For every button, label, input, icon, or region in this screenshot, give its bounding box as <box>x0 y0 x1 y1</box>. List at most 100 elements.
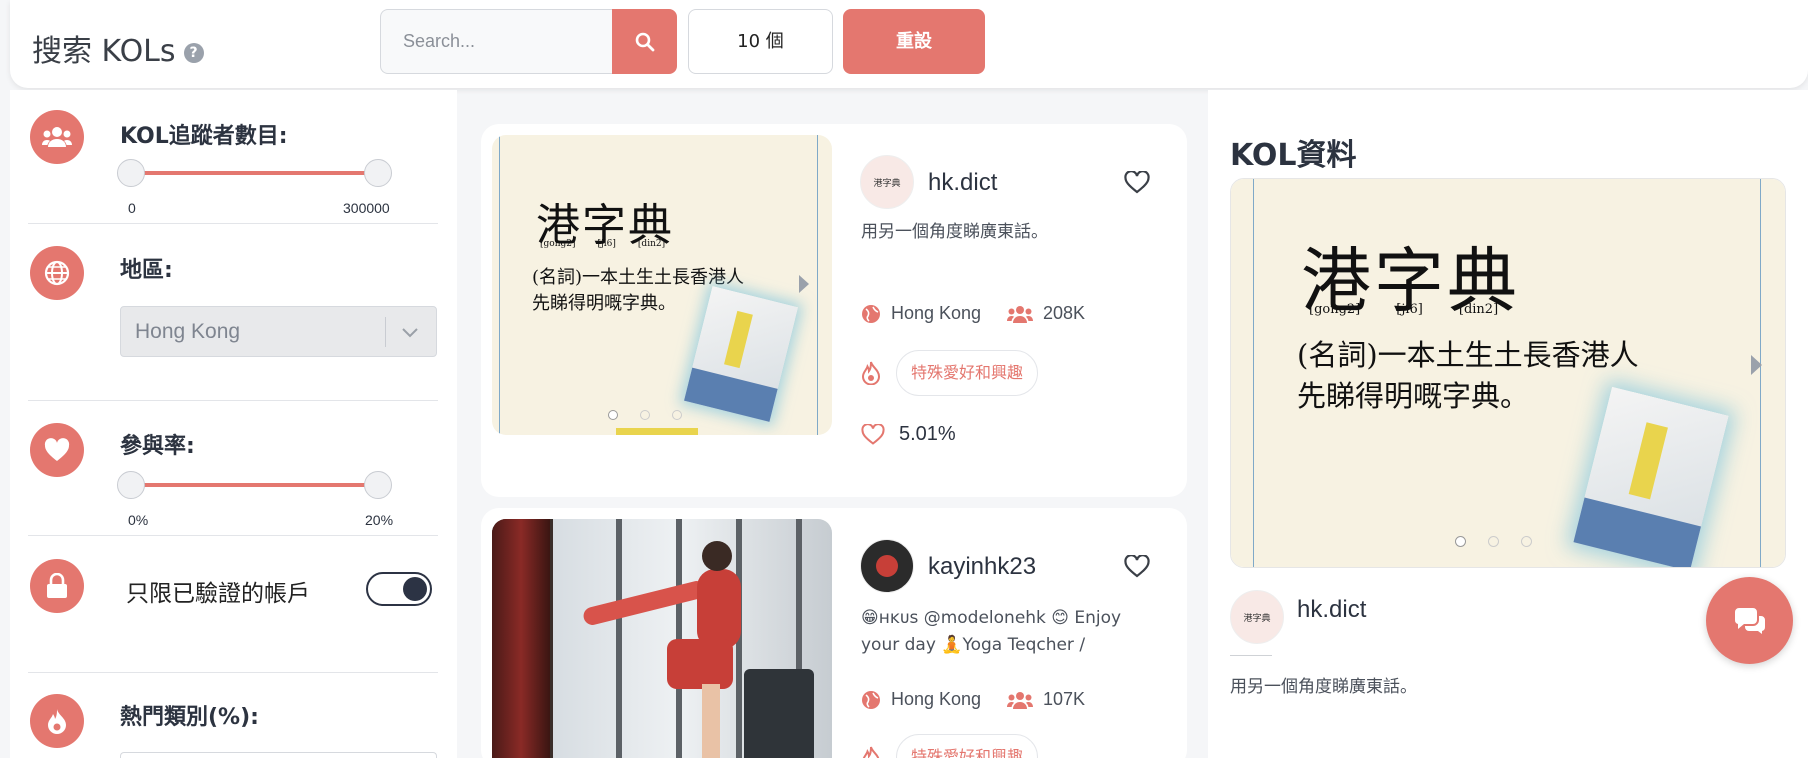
carousel-dot[interactable] <box>1521 536 1532 547</box>
region-text: Hong Kong <box>891 689 982 709</box>
panel-image-carousel[interactable]: 港字典 [gong2] [ji6] [din2] (名詞)一本土生土長香港人 先… <box>1230 178 1786 568</box>
result-count-button[interactable]: 10 個 <box>688 9 833 74</box>
search-button[interactable] <box>612 9 677 74</box>
globe-icon <box>862 690 880 709</box>
kol-bio: 😁ʜᴋᴜs @modelonehk 😊 Enjoy your day 🧘Yoga… <box>861 605 1121 659</box>
engagement-max-value: 20% <box>365 512 394 528</box>
kol-followers: 208K <box>1007 303 1085 324</box>
athlete-shorts <box>667 639 733 689</box>
image-border-line <box>499 135 500 435</box>
kol-card[interactable]: 港字典 [gong2] [ji6] [din2] (名詞)一本土生土長香港人 先… <box>481 124 1187 497</box>
kol-region: Hong Kong <box>861 303 981 324</box>
favorite-heart-icon[interactable] <box>1124 554 1150 583</box>
kol-bio: 用另一個角度睇廣東話。 <box>861 222 1048 242</box>
followers-max-value: 300000 <box>343 200 390 216</box>
card-image-carousel[interactable]: 港字典 [gong2] [ji6] [din2] (名詞)一本土生土長香港人 先… <box>492 135 832 435</box>
panel-avatar[interactable]: 港字典 <box>1230 590 1284 644</box>
categories-select[interactable] <box>120 752 437 758</box>
panel-title: KOL資料 <box>1230 138 1357 173</box>
heart-icon <box>30 423 84 477</box>
dict-line-2: 先睇得明嘅字典。 <box>1297 379 1530 413</box>
toggle-knob <box>403 577 427 601</box>
followers-slider-min-handle[interactable] <box>117 159 145 187</box>
carousel-next-icon[interactable] <box>799 275 809 293</box>
divider <box>28 535 438 536</box>
engagement-min-value: 0% <box>128 512 149 528</box>
divider <box>28 672 438 673</box>
avatar[interactable] <box>860 539 914 593</box>
avatar-photo <box>876 555 898 577</box>
kickboxing-photo <box>492 519 832 758</box>
divider <box>1230 655 1272 656</box>
dict-definition: (名詞)一本土生土長香港人 先睇得明嘅字典。 <box>1297 335 1639 417</box>
bio-line-1: 😁ʜᴋᴜs @modelonehk 😊 Enjoy <box>861 608 1122 628</box>
engagement-label: 參與率: <box>120 434 195 459</box>
globe-icon <box>30 246 84 300</box>
pron-1: [gong2] <box>540 239 576 249</box>
heart-outline-icon <box>861 424 885 445</box>
reset-button[interactable]: 重設 <box>843 9 985 74</box>
search-input[interactable]: Search... <box>380 9 612 74</box>
engagement-slider-track[interactable] <box>130 483 378 487</box>
page-title: 搜索 KOLs? <box>32 26 204 70</box>
verified-label: 只限已驗證的帳戶 <box>126 581 310 607</box>
engagement-text: 5.01% <box>899 423 956 445</box>
pron-2: [ji6] <box>597 239 616 249</box>
image-border-line <box>817 135 818 435</box>
pron-2: [ji6] <box>1396 302 1423 317</box>
question-circle-icon[interactable]: ? <box>183 42 204 63</box>
gym-machine <box>744 669 814 758</box>
carousel-dots[interactable] <box>608 410 682 420</box>
carousel-dot[interactable] <box>640 410 650 420</box>
fire-icon <box>861 361 881 390</box>
athlete-body <box>697 569 741 649</box>
card-image[interactable] <box>492 519 832 758</box>
filter-sidebar: KOL追蹤者數目: 0 300000 地區: Hong Kong 參與率: 0%… <box>10 90 457 758</box>
book-band <box>684 367 778 422</box>
pron-3: [din2] <box>1458 302 1499 317</box>
bio-line-2: your day 🧘Yoga Teqcher / <box>861 635 1086 655</box>
engagement-slider-max-handle[interactable] <box>364 471 392 499</box>
followers-slider-max-handle[interactable] <box>364 159 392 187</box>
kol-engagement: 5.01% <box>861 423 956 446</box>
fire-icon <box>30 694 84 748</box>
carousel-next-icon[interactable] <box>1751 355 1762 375</box>
category-tag[interactable]: 特殊愛好和興趣 <box>896 734 1039 758</box>
globe-icon <box>862 304 880 323</box>
kol-card[interactable]: kayinhk23 😁ʜᴋᴜs @modelonehk 😊 Enjoy your… <box>481 508 1187 758</box>
verified-toggle[interactable] <box>366 572 432 606</box>
carousel-dot[interactable] <box>672 410 682 420</box>
kol-name[interactable]: hk.dict <box>928 169 997 197</box>
panel-kol-name[interactable]: hk.dict <box>1297 596 1366 624</box>
categories-label: 熱門類別(%): <box>120 705 259 730</box>
category-tag[interactable]: 特殊愛好和興趣 <box>896 350 1039 396</box>
divider <box>28 223 438 224</box>
region-select[interactable]: Hong Kong <box>120 306 437 357</box>
carousel-dot-active[interactable] <box>1455 536 1466 547</box>
followers-text: 107K <box>1043 689 1086 709</box>
favorite-heart-icon[interactable] <box>1124 170 1150 199</box>
region-text: Hong Kong <box>891 303 982 323</box>
carousel-dot[interactable] <box>1488 536 1499 547</box>
image-border-line <box>1253 179 1254 567</box>
followers-label: KOL追蹤者數目: <box>120 124 288 149</box>
avatar[interactable]: 港字典 <box>860 155 914 209</box>
divider <box>28 400 438 401</box>
kol-region: Hong Kong <box>861 689 981 710</box>
region-label: 地區: <box>120 258 173 283</box>
carousel-dots[interactable] <box>1455 536 1532 547</box>
dict-cover-image: 港字典 [gong2] [ji6] [din2] (名詞)一本土生土長香港人 先… <box>492 135 832 435</box>
kol-detail-panel: KOL資料 港字典 [gong2] [ji6] [din2] (名詞)一本土生土… <box>1208 90 1808 758</box>
chat-button[interactable] <box>1706 577 1793 664</box>
dict-pronunciation: [gong2] [ji6] [din2] <box>540 239 665 249</box>
dict-cover-image: 港字典 [gong2] [ji6] [din2] (名詞)一本土生土長香港人 先… <box>1231 179 1785 567</box>
followers-slider-track[interactable] <box>130 171 378 175</box>
users-icon <box>1007 691 1033 709</box>
lock-icon <box>30 559 84 613</box>
carousel-dot-active[interactable] <box>608 410 618 420</box>
engagement-slider-min-handle[interactable] <box>117 471 145 499</box>
chat-bubbles-icon <box>1734 607 1765 634</box>
users-icon <box>30 110 84 164</box>
athlete-leg <box>702 684 720 758</box>
kol-name[interactable]: kayinhk23 <box>928 553 1036 581</box>
